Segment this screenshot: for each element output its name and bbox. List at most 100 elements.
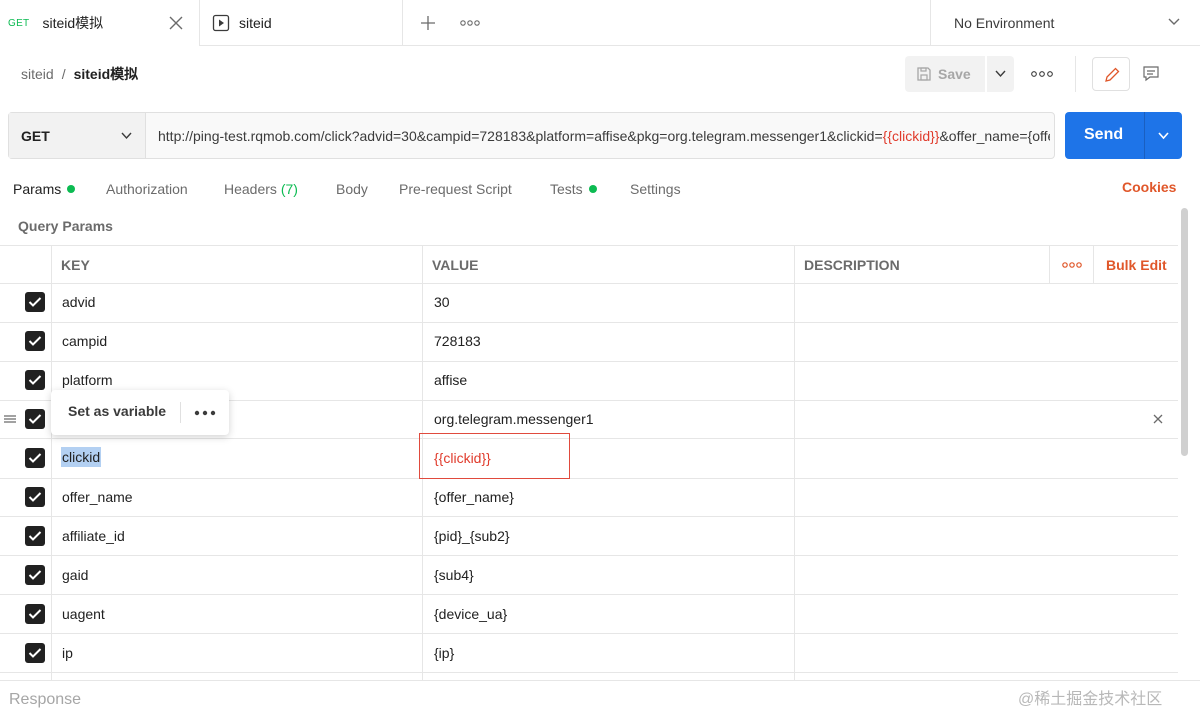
send-button[interactable]: Send: [1065, 112, 1182, 159]
row-checkbox[interactable]: [25, 526, 45, 546]
param-value[interactable]: 30: [434, 292, 450, 312]
param-key[interactable]: advid: [62, 292, 95, 312]
table-border: [0, 516, 1178, 517]
new-tab-icon[interactable]: [419, 14, 437, 32]
table-border: [51, 245, 52, 680]
tab-title: siteid模拟: [42, 15, 104, 31]
table-border: [794, 245, 795, 680]
set-as-variable-button[interactable]: Set as variable: [68, 403, 166, 419]
table-border: [0, 478, 1178, 479]
tab-bar: GET siteid模拟 siteid No Environment: [0, 0, 1200, 46]
tab-settings[interactable]: Settings: [630, 179, 681, 199]
tab-title: siteid: [239, 15, 272, 31]
row-checkbox[interactable]: [25, 292, 45, 312]
headers-count: (7): [280, 181, 298, 197]
play-icon: [212, 14, 230, 32]
tab-pre-request-script[interactable]: Pre-request Script: [399, 179, 512, 199]
param-key[interactable]: uagent: [62, 604, 105, 624]
send-divider: [1144, 112, 1145, 159]
chevron-down-icon: [121, 132, 132, 140]
send-label: Send: [1084, 126, 1124, 143]
tab-label: Authorization: [106, 181, 188, 197]
param-key[interactable]: ip: [62, 643, 73, 663]
param-value[interactable]: {device_ua}: [434, 604, 507, 624]
param-key[interactable]: affiliate_id: [62, 526, 125, 546]
more-options-icon[interactable]: [194, 409, 216, 417]
param-value[interactable]: org.telegram.messenger1: [434, 409, 594, 429]
watermark: @稀土掘金技术社区: [1018, 691, 1163, 708]
table-border: [0, 633, 1178, 634]
param-value[interactable]: affise: [434, 370, 467, 390]
tab-headers[interactable]: Headers (7): [224, 179, 298, 199]
tab-method-label: GET: [8, 17, 30, 29]
row-checkbox[interactable]: [25, 331, 45, 351]
save-label: Save: [938, 66, 971, 82]
environment-select[interactable]: No Environment: [930, 0, 1200, 46]
row-checkbox[interactable]: [25, 409, 45, 429]
url-suffix: &offer_name={offer_name}&affiliate_id={p…: [939, 127, 1050, 144]
table-border: [1049, 245, 1050, 284]
chevron-down-icon[interactable]: [1157, 131, 1170, 141]
toolbar-divider: [1075, 56, 1076, 92]
param-value[interactable]: {ip}: [434, 643, 454, 663]
tab-tests[interactable]: Tests: [550, 179, 597, 199]
delete-row-icon[interactable]: [1152, 413, 1164, 425]
cookies-link[interactable]: Cookies: [1122, 179, 1176, 195]
param-key-selected[interactable]: clickid: [61, 447, 102, 467]
param-key[interactable]: gaid: [62, 565, 88, 585]
table-border: [0, 283, 1178, 284]
param-key[interactable]: offer_name: [62, 487, 133, 507]
row-checkbox[interactable]: [25, 370, 45, 390]
breadcrumb-collection[interactable]: siteid: [21, 66, 54, 82]
param-value[interactable]: 728183: [434, 331, 481, 351]
annotation-highlight-box: [419, 433, 570, 479]
environment-label: No Environment: [954, 15, 1055, 31]
table-border: [0, 594, 1178, 595]
table-border: [0, 438, 1178, 439]
comment-icon: [1143, 66, 1159, 82]
table-border: [0, 245, 1178, 246]
url-input[interactable]: http://ping-test.rqmob.com/click?advid=3…: [158, 113, 1050, 158]
tab-body[interactable]: Body: [336, 179, 368, 199]
row-checkbox[interactable]: [25, 565, 45, 585]
param-key[interactable]: platform: [62, 370, 113, 390]
table-border: [0, 555, 1178, 556]
table-border: [0, 322, 1178, 323]
edit-button[interactable]: [1092, 57, 1130, 91]
drag-handle-icon[interactable]: [3, 412, 17, 426]
row-checkbox[interactable]: [25, 643, 45, 663]
pencil-icon: [1105, 67, 1120, 82]
row-checkbox[interactable]: [25, 487, 45, 507]
save-button[interactable]: Save: [905, 56, 985, 92]
breadcrumb-separator: /: [61, 66, 66, 82]
more-options-icon[interactable]: [1030, 66, 1054, 82]
method-label: GET: [21, 127, 50, 144]
column-options-icon[interactable]: [1062, 259, 1082, 271]
param-key[interactable]: campid: [62, 331, 107, 351]
tab-params[interactable]: Params: [13, 179, 76, 199]
status-dot: [67, 185, 76, 193]
url-prefix: http://ping-test.rqmob.com/click?advid=3…: [158, 127, 883, 144]
url-variable: {{clickid}}: [882, 127, 940, 144]
save-icon: [917, 67, 931, 81]
chevron-down-icon: [995, 70, 1006, 78]
runner-tab[interactable]: siteid: [200, 0, 403, 46]
bulk-edit-link[interactable]: Bulk Edit: [1106, 245, 1167, 284]
tab-label: Settings: [630, 181, 681, 197]
close-icon[interactable]: [167, 14, 185, 32]
method-select[interactable]: GET: [9, 113, 146, 158]
param-value[interactable]: {offer_name}: [434, 487, 514, 507]
comments-button[interactable]: [1132, 57, 1170, 91]
tab-more-icon[interactable]: [460, 17, 480, 29]
tab-authorization[interactable]: Authorization: [106, 179, 188, 199]
column-header-value: VALUE: [432, 256, 479, 273]
breadcrumb-request[interactable]: siteid模拟: [74, 64, 139, 84]
param-value[interactable]: {pid}_{sub2}: [434, 526, 510, 546]
request-tab-active[interactable]: GET siteid模拟: [0, 0, 200, 46]
scrollbar[interactable]: [1181, 208, 1188, 456]
url-bar: GET http://ping-test.rqmob.com/click?adv…: [8, 112, 1055, 159]
row-checkbox[interactable]: [25, 604, 45, 624]
row-checkbox[interactable]: [25, 448, 45, 468]
save-dropdown-button[interactable]: [987, 56, 1014, 92]
param-value[interactable]: {sub4}: [434, 565, 474, 585]
